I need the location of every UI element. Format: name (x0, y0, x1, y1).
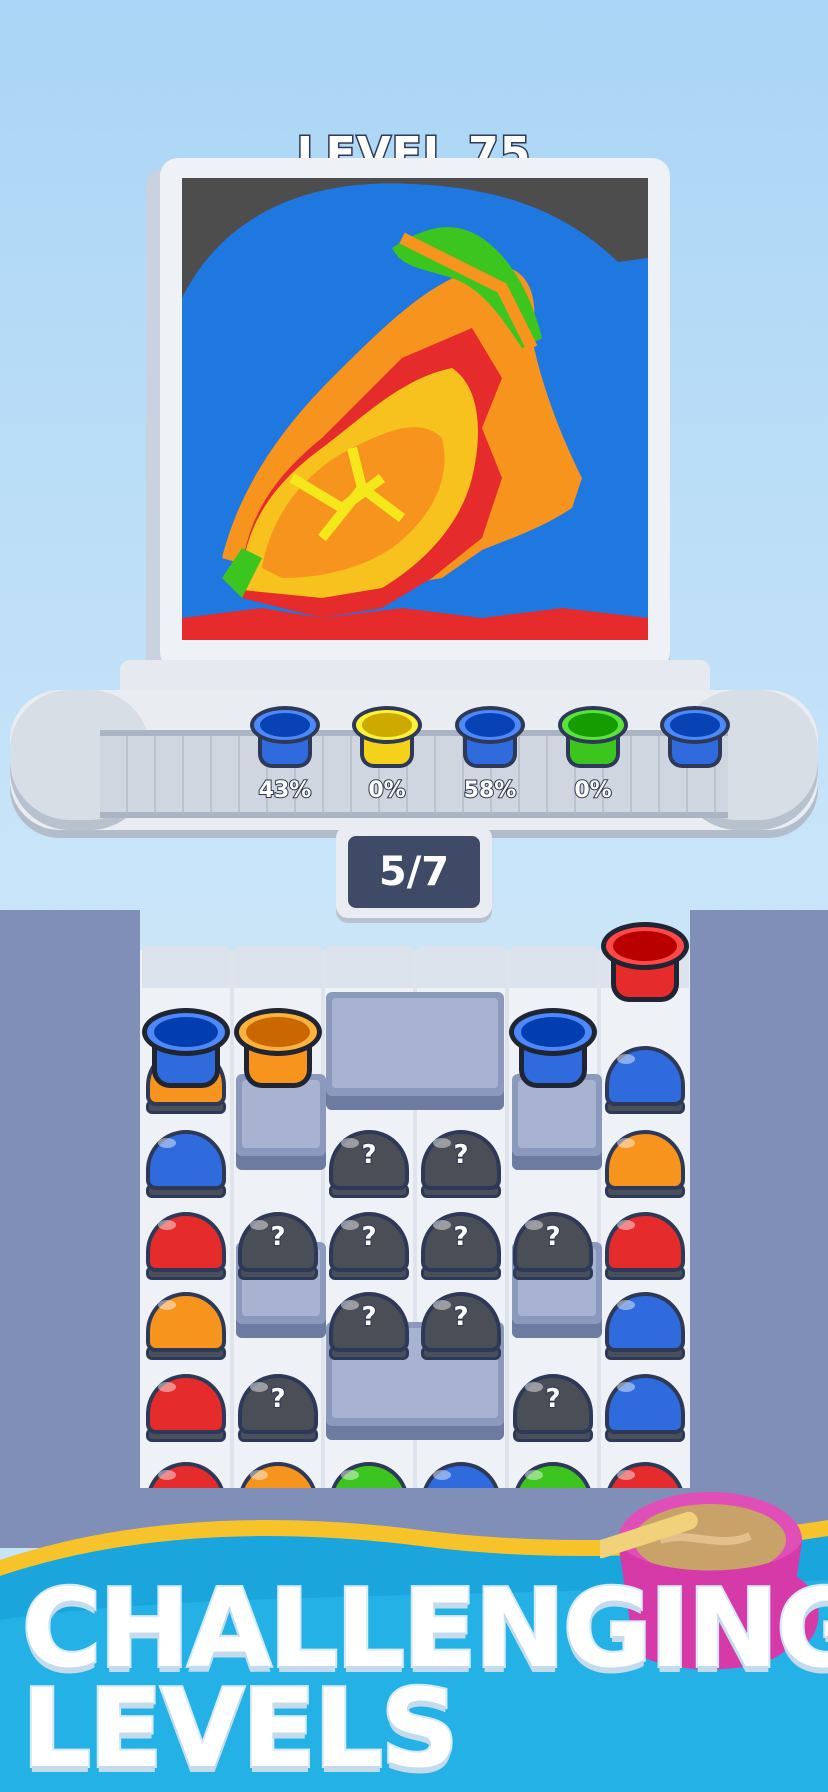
bowl-0[interactable] (142, 1008, 230, 1090)
question-mark-icon: ? (452, 1139, 469, 1171)
cup-piece-red[interactable] (144, 1212, 228, 1288)
promo-tagline: CHALLENGING LEVELS (20, 1567, 828, 1792)
cup-piece-blue[interactable] (603, 1046, 687, 1122)
conveyor-cup (250, 706, 320, 768)
conveyor-cup (660, 706, 730, 768)
promo-tagline-line1: CHALLENGING (20, 1567, 828, 1692)
hidden-cup-piece[interactable]: ? (327, 1292, 411, 1368)
cup-piece-orange[interactable] (603, 1130, 687, 1206)
hidden-cup-piece[interactable]: ? (236, 1212, 320, 1288)
cup-counter: 5/7 (336, 826, 492, 918)
conveyor-cup (455, 706, 525, 768)
cup-counter-value: 5/7 (348, 836, 480, 908)
grid-slot-top (509, 946, 597, 988)
hidden-cup-piece[interactable]: ? (327, 1130, 411, 1206)
cup-piece-red[interactable] (603, 1212, 687, 1288)
board-wall-left (0, 910, 140, 1510)
cup-piece-orange[interactable] (144, 1292, 228, 1368)
cup-piece-blue[interactable] (603, 1374, 687, 1450)
grid-slot-top (417, 946, 505, 988)
conveyor-cup (558, 706, 628, 768)
conveyor-cup (352, 706, 422, 768)
cup-fill-percent: 0% (367, 777, 406, 804)
cup-piece-blue[interactable] (603, 1292, 687, 1368)
cup-piece-blue[interactable] (144, 1130, 228, 1206)
hidden-cup-piece[interactable]: ? (511, 1374, 595, 1450)
question-mark-icon: ? (544, 1383, 561, 1415)
question-mark-icon: ? (544, 1221, 561, 1253)
question-mark-icon: ? (269, 1383, 286, 1415)
cup-piece-red[interactable] (144, 1374, 228, 1450)
grid-divider (597, 950, 601, 1488)
question-mark-icon: ? (360, 1301, 377, 1333)
hidden-cup-piece[interactable]: ? (327, 1212, 411, 1288)
hidden-cup-piece[interactable]: ? (419, 1130, 503, 1206)
grid-slot-top (142, 946, 230, 988)
grid-slot-top (325, 946, 413, 988)
bowl-5[interactable] (601, 922, 689, 1004)
board-wall-right (690, 910, 828, 1510)
sand-painting (182, 178, 648, 640)
bowl-4[interactable] (509, 1008, 597, 1090)
grid-slot-top (234, 946, 322, 988)
hidden-cup-piece[interactable]: ? (419, 1292, 503, 1368)
hidden-cup-piece[interactable]: ? (236, 1374, 320, 1450)
cup-fill-percent: 58% (463, 777, 518, 804)
question-mark-icon: ? (269, 1221, 286, 1253)
question-mark-icon: ? (360, 1139, 377, 1171)
question-mark-icon: ? (360, 1221, 377, 1253)
puzzle-grid: ?????????? (140, 922, 690, 1530)
blocked-cell (326, 992, 504, 1110)
question-mark-icon: ? (452, 1301, 469, 1333)
cup-fill-percent: 0% (573, 777, 612, 804)
question-mark-icon: ? (452, 1221, 469, 1253)
sand-painting-canvas (182, 178, 648, 640)
hidden-cup-piece[interactable]: ? (511, 1212, 595, 1288)
cup-fill-percent: 43% (258, 777, 313, 804)
bowl-1[interactable] (234, 1008, 322, 1090)
painting-frame (160, 158, 670, 670)
hidden-cup-piece[interactable]: ? (419, 1212, 503, 1288)
promo-tagline-line2: LEVELS (20, 1667, 461, 1792)
